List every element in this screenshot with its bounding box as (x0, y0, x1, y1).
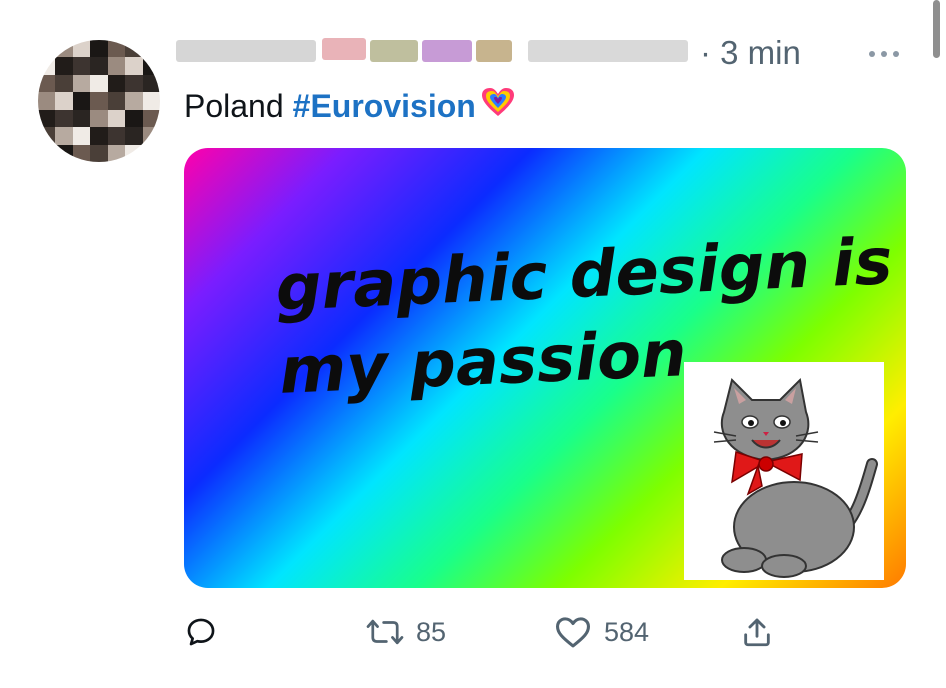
tweet-actions: 85 584 (184, 608, 784, 656)
share-button[interactable] (740, 608, 774, 656)
tweet-text: Poland #Eurovision (184, 86, 516, 126)
like-icon (556, 617, 590, 648)
tweet-media-image[interactable]: graphic design is my passion. (184, 148, 906, 588)
like-count: 584 (604, 616, 650, 647)
eurovision-heart-icon (480, 86, 516, 126)
hashtag-link[interactable]: #Eurovision (293, 88, 476, 125)
tweet-text-body: Poland (184, 87, 284, 124)
reply-icon (187, 618, 215, 646)
tweet-timestamp[interactable]: · 3 min (700, 34, 801, 72)
retweet-count: 85 (416, 616, 447, 647)
more-options-button[interactable] (862, 42, 906, 66)
scrollbar[interactable] (933, 0, 940, 58)
retweet-icon (366, 619, 404, 645)
like-button[interactable]: 584 (554, 608, 649, 656)
more-icon (869, 51, 875, 57)
reply-button[interactable] (184, 608, 218, 656)
cat-illustration (684, 362, 884, 580)
avatar[interactable] (38, 40, 160, 162)
share-icon (744, 618, 770, 647)
retweet-button[interactable]: 85 (366, 608, 446, 656)
